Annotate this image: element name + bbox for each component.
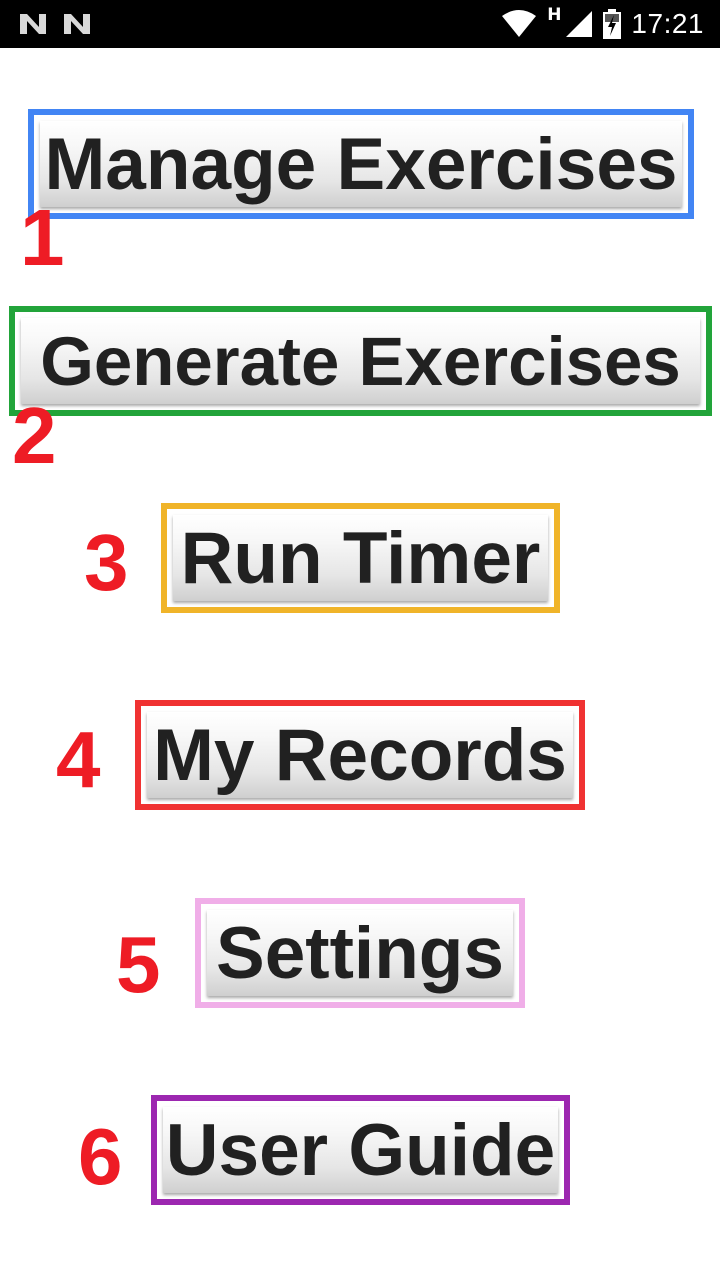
n-notification-icon: [20, 14, 46, 34]
run-timer-button[interactable]: Run Timer: [173, 515, 548, 601]
status-bar: H 17:21: [0, 0, 720, 48]
manage-exercises-frame: Manage Exercises: [28, 109, 694, 219]
manage-exercises-button[interactable]: Manage Exercises: [40, 121, 682, 207]
generate-exercises-frame: Generate Exercises: [9, 306, 712, 416]
annotation-number-3: 3: [84, 518, 129, 607]
annotation-number-2: 2: [12, 391, 57, 480]
clock: 17:21: [631, 8, 704, 39]
user-guide-frame: User Guide: [151, 1095, 570, 1205]
settings-frame: Settings: [195, 898, 525, 1008]
annotation-number-1: 1: [20, 193, 65, 282]
status-bar-left: [18, 8, 92, 40]
battery-charging-icon: [603, 9, 622, 39]
network-type-label: H: [547, 5, 562, 25]
status-bar-right: H 17:21: [501, 5, 704, 40]
generate-exercises-button[interactable]: Generate Exercises: [21, 318, 700, 404]
cell-signal-icon: [566, 11, 593, 37]
my-records-frame: My Records: [135, 700, 585, 810]
user-guide-button[interactable]: User Guide: [163, 1107, 558, 1193]
settings-button[interactable]: Settings: [207, 910, 513, 996]
wifi-icon: [502, 10, 537, 37]
n-notification-icon: [64, 14, 90, 34]
run-timer-frame: Run Timer: [161, 503, 560, 613]
annotation-number-5: 5: [116, 920, 161, 1009]
annotation-number-4: 4: [56, 715, 101, 804]
my-records-button[interactable]: My Records: [147, 712, 573, 798]
annotation-number-6: 6: [78, 1112, 123, 1201]
